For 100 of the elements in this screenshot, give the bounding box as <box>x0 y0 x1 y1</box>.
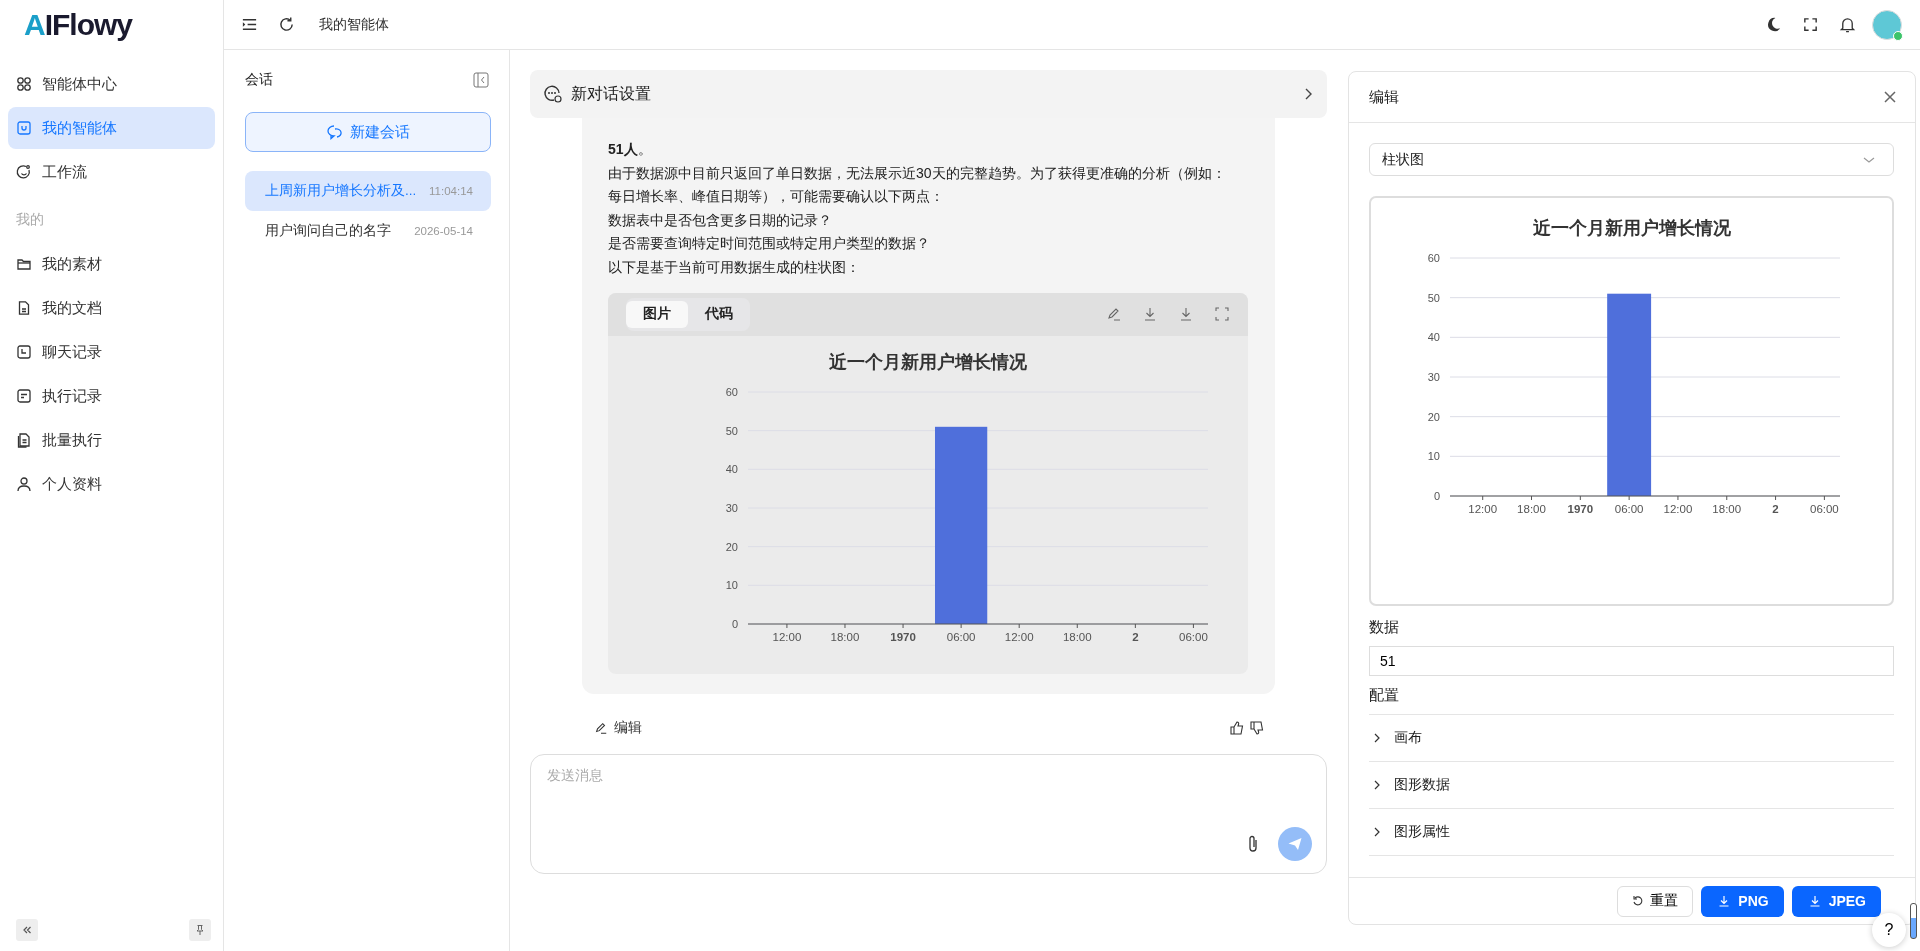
png-download-button[interactable]: PNG <box>1701 885 1784 917</box>
chat-settings-icon <box>543 84 563 104</box>
section-label: 我的 <box>15 210 45 229</box>
thumbs-up-icon[interactable] <box>1229 719 1245 736</box>
axis-label: 12:00 <box>1003 629 1035 645</box>
settings-title: 新对话设置 <box>571 83 651 104</box>
documents-icon <box>16 432 32 448</box>
conversation-item[interactable]: 用户询问自己的名字 2026-05-14 <box>245 211 491 251</box>
axis-label: 18:00 <box>1515 502 1547 517</box>
clock-icon <box>16 344 32 360</box>
axis-label: 0 <box>731 617 738 630</box>
download-icon[interactable] <box>1142 306 1158 323</box>
axis-label: 12:00 <box>1466 502 1498 517</box>
axis-label: 2 <box>1131 629 1140 645</box>
refresh-icon[interactable] <box>278 16 295 33</box>
message-text: 由于数据源中目前只返回了单日数据，无法展示近30天的完整趋势。为了获得更准确的分析（例如： <box>608 163 1227 183</box>
axis-label: 06:00 <box>1613 502 1644 517</box>
sidebar-item[interactable]: 工作流 <box>8 151 215 193</box>
menu-fold-icon[interactable] <box>241 16 258 33</box>
grid-icon <box>16 76 32 92</box>
conversation-title: 上周新用户增长分析及... <box>265 182 417 200</box>
edit-button[interactable]: 编辑 <box>594 718 642 737</box>
axis-label: 2 <box>1770 502 1780 517</box>
axis-label: 20 <box>725 540 738 553</box>
status-dot <box>1893 30 1903 41</box>
axis-label: 60 <box>725 385 738 398</box>
reset-button[interactable]: 重置 <box>1617 885 1694 917</box>
document-icon <box>16 300 32 316</box>
scrollbar[interactable] <box>1910 903 1917 939</box>
message-input-box[interactable]: 发送消息 <box>530 753 1327 874</box>
jpeg-download-button[interactable]: JPEG <box>1791 885 1881 917</box>
chart-type-select[interactable]: 柱状图 <box>1369 143 1894 176</box>
axis-label: 30 <box>1427 371 1440 383</box>
chart-title: 近一个月新用户增长情况 <box>829 350 1027 374</box>
axis-label: 30 <box>725 501 738 514</box>
settings-bar[interactable]: 新对话设置 <box>530 70 1327 118</box>
conversation-title: 用户询问自己的名字 <box>265 222 391 240</box>
axis-label: 06:00 <box>1178 629 1208 645</box>
message-text: 51人。 <box>608 140 653 159</box>
axis-label: 18:00 <box>1710 502 1742 517</box>
download-icon <box>1718 895 1731 907</box>
panel-title: 会话 <box>245 71 273 89</box>
message-text: 每日增长率、峰值日期等），可能需要确认以下两点： <box>608 187 945 207</box>
panel-title: 编辑 <box>1369 87 1399 107</box>
reset-icon <box>1632 895 1645 907</box>
sidebar-item[interactable]: 批量执行 <box>8 419 215 461</box>
collapse-section[interactable]: 画布 <box>1369 715 1894 762</box>
axis-label: 1970 <box>1566 502 1594 517</box>
collapse-panel-icon[interactable] <box>473 72 489 88</box>
axis-label: 18:00 <box>1061 629 1093 645</box>
axis-label: 0 <box>1433 490 1440 502</box>
axis-label: 40 <box>725 462 738 475</box>
chevron-right-icon <box>1372 779 1382 791</box>
axis-label: 10 <box>1427 450 1440 463</box>
person-icon <box>16 476 32 492</box>
data-input-field[interactable]: 51 <box>1369 646 1894 676</box>
field-label: 配置 <box>1369 686 1894 715</box>
sidebar-item[interactable]: 个人资料 <box>8 463 215 505</box>
chat-bubbles-icon <box>326 124 344 140</box>
download-icon[interactable] <box>1178 306 1194 323</box>
collapse-section[interactable]: 图形属性 <box>1369 809 1894 856</box>
thumbs-down-icon[interactable] <box>1249 719 1265 736</box>
fullscreen-icon[interactable] <box>1802 16 1819 33</box>
axis-label: 50 <box>725 424 738 437</box>
double-chevron-left-icon <box>21 924 33 936</box>
sidebar-item[interactable]: 执行记录 <box>8 375 215 417</box>
moon-icon[interactable] <box>1765 16 1782 33</box>
axis-label: 40 <box>1427 331 1440 344</box>
list-icon <box>16 388 32 404</box>
pin-icon <box>194 924 206 936</box>
paper-plane-icon <box>1287 835 1303 852</box>
collapse-section[interactable]: 图形数据 <box>1369 762 1894 809</box>
help-button[interactable]: ? <box>1872 913 1906 947</box>
tab[interactable]: 代码 <box>688 300 750 328</box>
axis-label: 60 <box>1427 252 1440 264</box>
breadcrumb: 我的智能体 <box>319 15 389 34</box>
axis-label: 18:00 <box>829 629 861 645</box>
collapse-button[interactable] <box>16 919 38 941</box>
sidebar-item[interactable]: 智能体中心 <box>8 63 215 105</box>
tab[interactable]: 图片 <box>626 300 688 328</box>
axis-label: 10 <box>725 578 738 591</box>
conversation-time: 2026-05-14 <box>414 225 473 237</box>
chevron-right-icon <box>1303 87 1313 101</box>
sidebar-item[interactable]: 聊天记录 <box>8 331 215 373</box>
message-text: 数据表中是否包含更多日期的记录？ <box>608 210 833 230</box>
field-label: 数据 <box>1369 618 1400 637</box>
bell-icon[interactable] <box>1839 16 1856 33</box>
new-conversation-button[interactable]: 新建会话 <box>245 112 491 152</box>
pin-button[interactable] <box>189 919 211 941</box>
sidebar-item[interactable]: 我的素材 <box>8 243 215 285</box>
axis-label: 06:00 <box>945 629 977 645</box>
axis-label: 06:00 <box>1808 502 1840 517</box>
robot-face-icon <box>16 120 32 136</box>
pencil-icon[interactable] <box>1106 306 1122 323</box>
download-icon <box>1808 895 1821 907</box>
message-input-field[interactable]: 发送消息 <box>547 766 1312 827</box>
chevron-right-icon <box>1372 826 1382 838</box>
sidebar-item[interactable]: 我的文档 <box>8 287 215 329</box>
axis-label: 20 <box>1427 410 1440 423</box>
close-icon[interactable] <box>1883 90 1897 104</box>
